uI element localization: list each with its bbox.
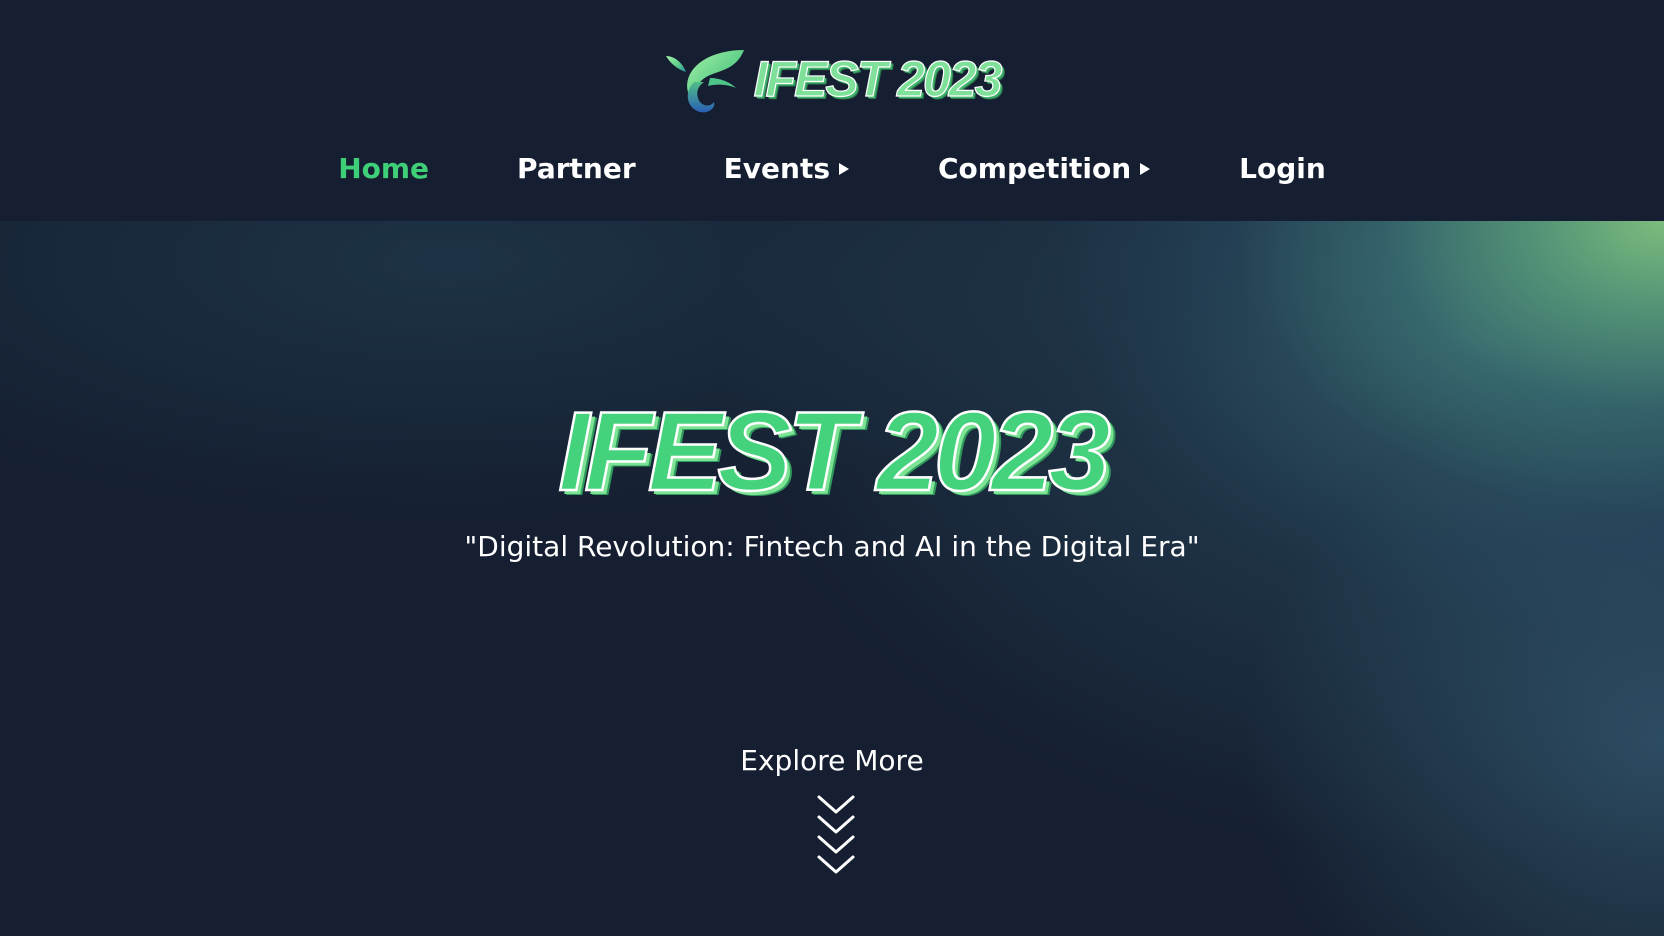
main-nav: Home Partner Events Competition Login — [0, 155, 1664, 183]
nav-item-competition[interactable]: Competition — [938, 155, 1151, 183]
site-header: IFEST 2023 Home Partner Events Competiti… — [0, 0, 1664, 221]
nav-item-partner[interactable]: Partner — [517, 155, 636, 183]
hero-section: IFEST 2023 "Digital Revolution: Fintech … — [0, 221, 1664, 936]
nav-item-label: Competition — [938, 152, 1132, 185]
explore-more-link[interactable]: Explore More — [0, 747, 1664, 775]
nav-item-home[interactable]: Home — [338, 155, 429, 183]
hero-tagline: "Digital Revolution: Fintech and AI in t… — [464, 530, 1200, 563]
nav-item-label: Login — [1239, 152, 1326, 185]
nav-item-label: Events — [723, 152, 830, 185]
brand[interactable]: IFEST 2023 — [0, 44, 1664, 114]
nav-item-events[interactable]: Events — [724, 155, 850, 183]
hero-title: IFEST 2023 — [557, 389, 1112, 514]
chevrons-down-icon[interactable] — [816, 793, 856, 879]
nav-item-label: Partner — [517, 152, 636, 185]
nav-item-label: Home — [338, 152, 430, 185]
caret-right-icon — [839, 163, 849, 175]
nav-item-login[interactable]: Login — [1239, 155, 1326, 183]
caret-right-icon — [1140, 163, 1151, 175]
page: IFEST 2023 Home Partner Events Competiti… — [0, 0, 1664, 936]
leaf-swirl-logo-icon — [665, 50, 744, 113]
brand-title: IFEST 2023 — [753, 51, 1003, 107]
